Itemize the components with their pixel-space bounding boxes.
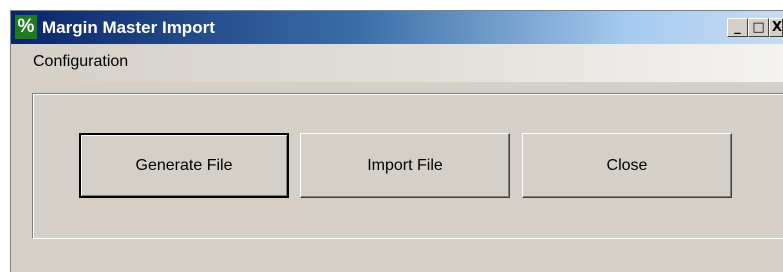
close-button[interactable]: Close	[522, 133, 732, 198]
percent-icon[interactable]: %	[15, 15, 37, 39]
close-label: Close	[606, 156, 648, 174]
close-window-button[interactable]: X	[769, 18, 783, 37]
minimize-button[interactable]: _	[727, 18, 748, 37]
window-title: Margin Master Import	[42, 18, 215, 37]
title-bar[interactable]: % Margin Master Import _ □ X	[11, 11, 783, 44]
menu-bar: Configuration	[11, 44, 783, 82]
generate-file-label: Generate File	[135, 156, 233, 174]
app-window: % Margin Master Import _ □ X Configurati…	[10, 10, 783, 272]
import-file-button[interactable]: Import File	[300, 133, 510, 198]
minimize-icon: _	[734, 20, 741, 35]
maximize-button[interactable]: □	[748, 18, 769, 37]
import-file-label: Import File	[367, 156, 443, 174]
close-icon: X	[772, 20, 783, 35]
maximize-icon: □	[752, 20, 765, 35]
generate-file-button[interactable]: Generate File	[79, 133, 289, 198]
menu-item-configuration[interactable]: Configuration	[33, 52, 128, 72]
